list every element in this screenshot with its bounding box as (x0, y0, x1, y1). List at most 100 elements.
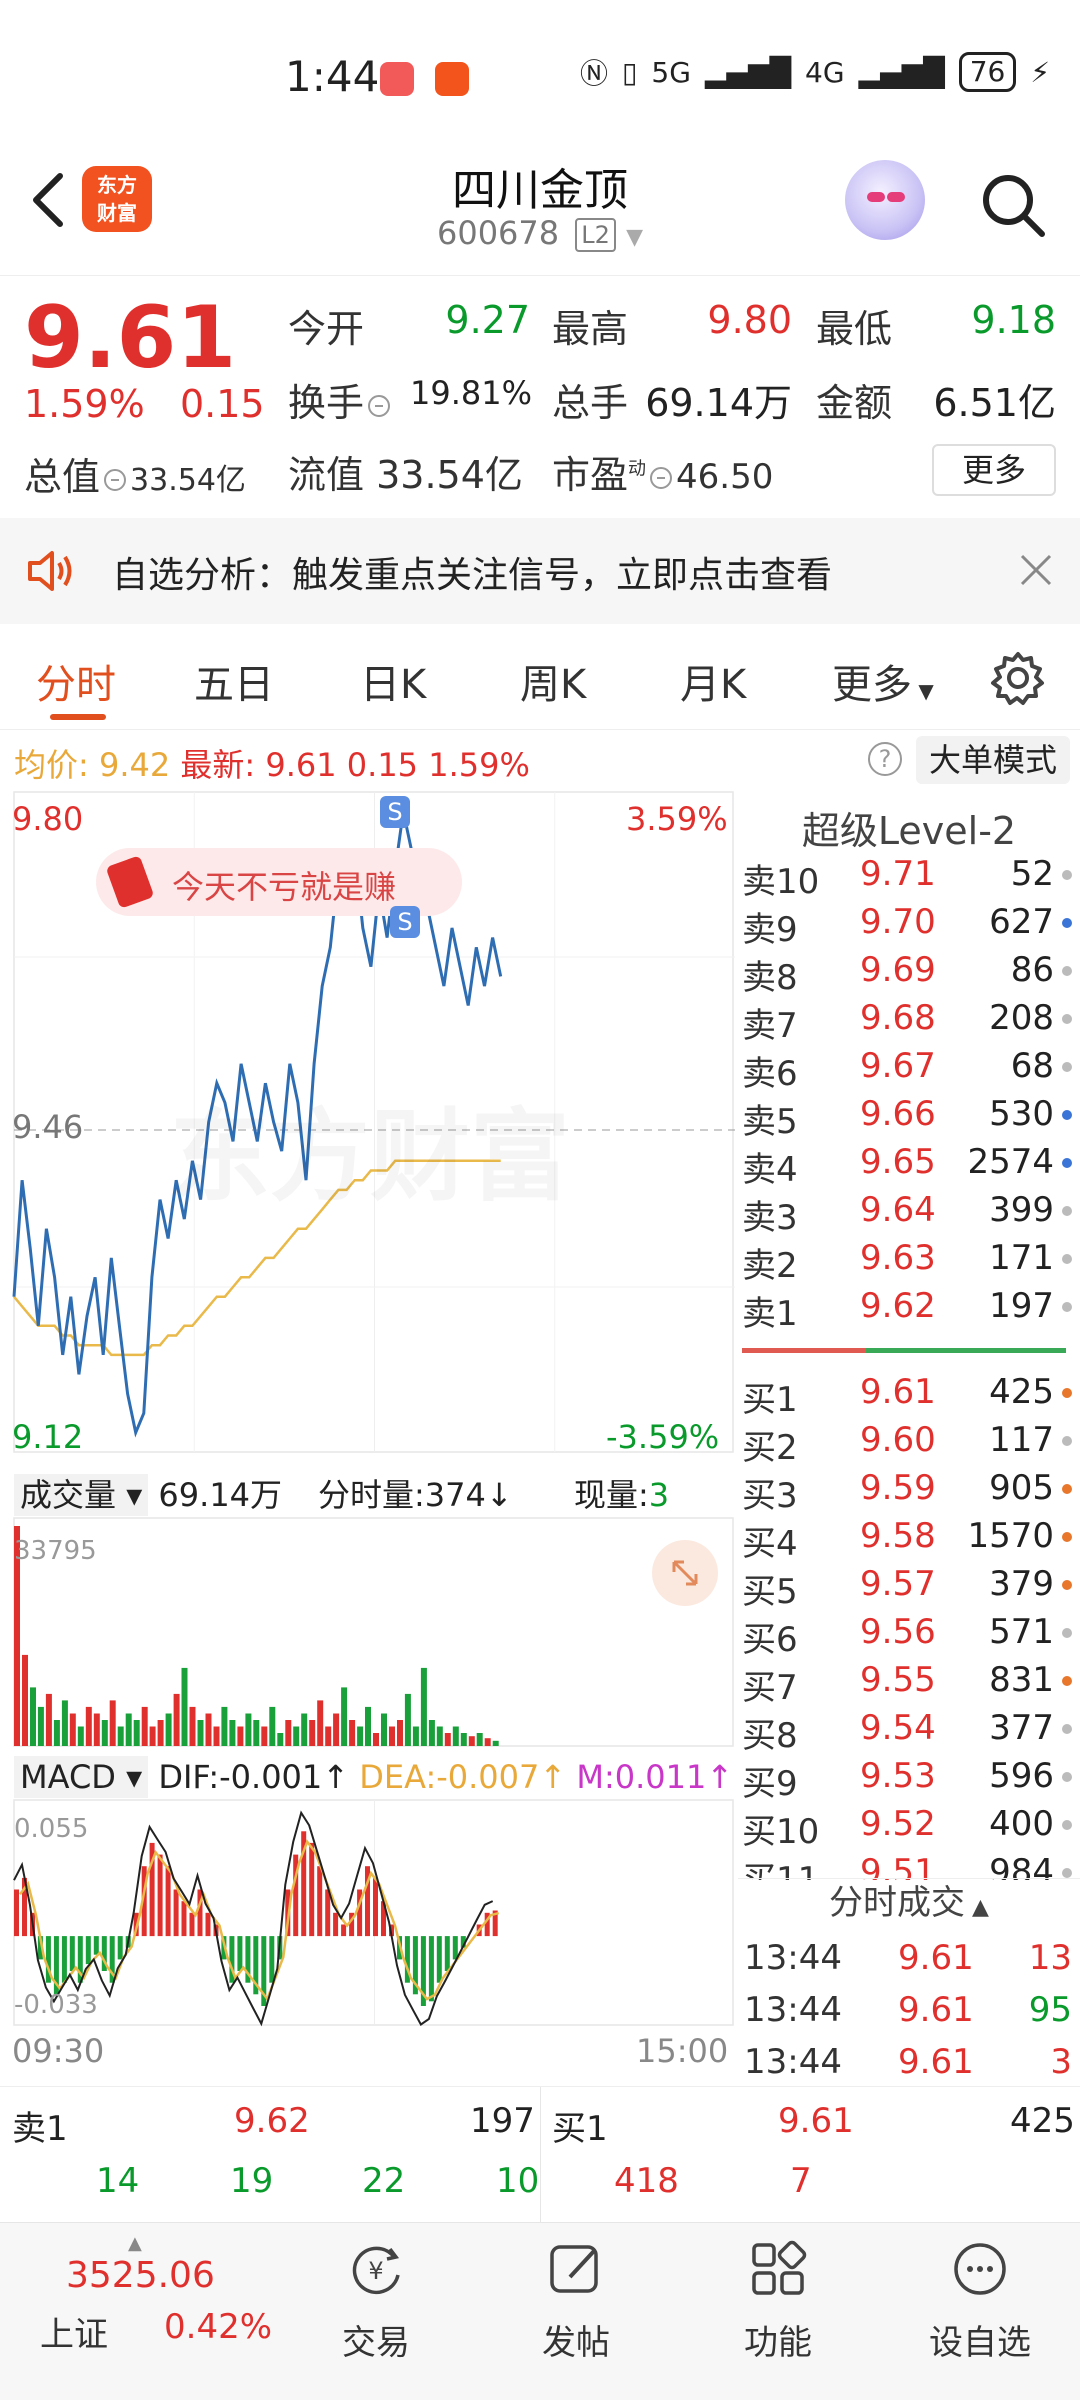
macd-bar (61, 1936, 67, 1983)
big-order-mode-button[interactable]: 大单模式 (916, 736, 1070, 784)
info-icon[interactable] (368, 394, 391, 417)
index-widget[interactable]: ▲ 3525.06 上证 0.42% (0, 2223, 300, 2400)
bid-row[interactable]: 买4 9.58 1570 (738, 1516, 1080, 1564)
bid-price: 9.53 (860, 1756, 936, 1796)
bid-volume: 984 (989, 1852, 1054, 1880)
ask-ratio-bar (742, 1348, 866, 1353)
tab-monthly-k[interactable]: 月K (680, 652, 746, 710)
ask-volume: 52 (1010, 854, 1054, 894)
ask-level: 卖2 (742, 1246, 798, 1286)
nav-watchlist[interactable]: 设自选 (910, 2239, 1050, 2364)
ask-row[interactable]: 卖4 9.65 2574 (738, 1142, 1080, 1190)
volume-bar (261, 1726, 268, 1746)
help-icon[interactable]: ? (868, 742, 902, 776)
ask-row[interactable]: 卖7 9.68 208 (738, 998, 1080, 1046)
bid-row[interactable]: 买9 9.53 596 (738, 1756, 1080, 1804)
ask-dot (1062, 918, 1072, 928)
bid-row[interactable]: 买8 9.54 377 (738, 1708, 1080, 1756)
level2-header[interactable]: 超级Level-2 (738, 800, 1080, 855)
tab-weekly-k[interactable]: 周K (520, 652, 586, 710)
info-icon[interactable] (650, 466, 673, 489)
macd-bar (341, 1924, 347, 1937)
expand-icon[interactable] (652, 1540, 718, 1606)
trade-icon: ¥ (352, 2246, 400, 2295)
nav-function[interactable]: 功能 (708, 2239, 848, 2364)
tab-intraday[interactable]: 分时 (36, 652, 116, 710)
volume-bar (101, 1720, 108, 1746)
ask-row[interactable]: 卖5 9.66 530 (738, 1094, 1080, 1142)
volume-bar (325, 1726, 332, 1746)
bid-row[interactable]: 买6 9.56 571 (738, 1612, 1080, 1660)
ask-row[interactable]: 卖6 9.67 68 (738, 1046, 1080, 1094)
bid-row[interactable]: 买2 9.60 117 (738, 1420, 1080, 1468)
turnover-value: 19.81% (410, 374, 533, 412)
sell-signal-marker[interactable]: S (380, 796, 410, 828)
macd-selector[interactable]: MACD ▾ (14, 1756, 149, 1798)
volume-bar (253, 1720, 260, 1746)
ask-row[interactable]: 卖9 9.70 627 (738, 902, 1080, 950)
nav-post[interactable]: 发帖 (506, 2239, 646, 2364)
signal-bars-icon-2: ▂▄▆█ (858, 55, 945, 89)
sell-signal-marker-2[interactable]: S (390, 906, 420, 938)
settings-gear-icon[interactable] (990, 650, 1046, 706)
bid-level: 买11 (742, 1860, 820, 1880)
bid-row[interactable]: 买11 9.51 984 (738, 1852, 1080, 1880)
bid-row[interactable]: 买3 9.59 905 (738, 1468, 1080, 1516)
volume-bar (213, 1726, 220, 1746)
trade-price: 9.61 (898, 1990, 974, 2030)
ask-dot (1062, 1110, 1072, 1120)
ask-row[interactable]: 卖2 9.63 171 (738, 1238, 1080, 1286)
ask-row[interactable]: 卖8 9.69 86 (738, 950, 1080, 998)
macd-bar (237, 1936, 243, 1971)
ask-price: 9.62 (860, 1286, 936, 1326)
more-button[interactable]: 更多 (932, 444, 1056, 496)
info-icon[interactable] (104, 468, 127, 491)
promo-text: 今天不亏就是赚 (172, 868, 397, 906)
robot-assistant-icon[interactable] (845, 160, 925, 240)
tab-more[interactable]: 更多 ▼ (832, 652, 934, 710)
volume-bar (460, 1733, 467, 1746)
volume-bar (404, 1693, 411, 1746)
bid-level: 买5 (742, 1572, 798, 1612)
bid-level: 买10 (742, 1812, 820, 1852)
volume-selector[interactable]: 成交量 ▾ (14, 1474, 149, 1516)
trade-volume: 13 (1028, 1938, 1072, 1978)
bid-row[interactable]: 买5 9.57 379 (738, 1564, 1080, 1612)
close-icon[interactable] (1018, 552, 1054, 588)
nav-trade[interactable]: ¥ 交易 (306, 2239, 446, 2364)
tab-five-day[interactable]: 五日 (194, 652, 274, 710)
bid-row[interactable]: 买7 9.55 831 (738, 1660, 1080, 1708)
ask-row[interactable]: 卖3 9.64 399 (738, 1190, 1080, 1238)
nfc-icon: Ⓝ (579, 57, 608, 90)
ask-volume: 399 (989, 1190, 1054, 1230)
time-start-label: 09:30 (12, 2032, 105, 2070)
bid-row[interactable]: 买10 9.52 400 (738, 1804, 1080, 1852)
volume-bar (476, 1733, 483, 1746)
svg-text:¥: ¥ (368, 2257, 383, 2285)
tab-daily-k[interactable]: 日K (360, 652, 426, 710)
amount-label: 金额 (816, 381, 893, 425)
ask-row[interactable]: 卖10 9.71 52 (738, 854, 1080, 902)
pe-label: 市盈动 46.50 (552, 453, 774, 497)
ask-level: 卖10 (742, 862, 820, 902)
volume-bar (149, 1726, 156, 1746)
trades-header[interactable]: 分时成交 ▲ (738, 1878, 1080, 1926)
volume-label: 总手 (552, 381, 629, 425)
status-time: 1:44 (285, 52, 380, 101)
analysis-banner[interactable]: 自选分析：触发重点关注信号，立即点击查看 (0, 518, 1080, 624)
nav-function-label: 功能 (744, 2323, 812, 2363)
intraday-chart[interactable]: 9.80 3.59% 9.46 9.12 -3.59% 东方财富 今天不亏就是赚… (0, 790, 735, 2080)
search-icon[interactable] (978, 170, 1048, 240)
volume-bar (309, 1720, 316, 1746)
huawei-app-icon (380, 62, 414, 96)
volume-bar (37, 1706, 44, 1746)
macd-bar (189, 1912, 195, 1937)
bid-row[interactable]: 买1 9.61 425 (738, 1372, 1080, 1420)
trade-price: 9.61 (898, 2042, 974, 2082)
ask-queue-item: 14 (96, 2161, 140, 2201)
macd-bar (269, 1936, 275, 1983)
ask-row[interactable]: 卖1 9.62 197 (738, 1286, 1080, 1334)
bid-level: 买2 (742, 1428, 798, 1468)
volume-header: 成交量 ▾ 69.14万 (14, 1470, 282, 1516)
avg-latest-text: 均价: 9.42 最新: 9.61 0.15 1.59% (14, 746, 530, 784)
